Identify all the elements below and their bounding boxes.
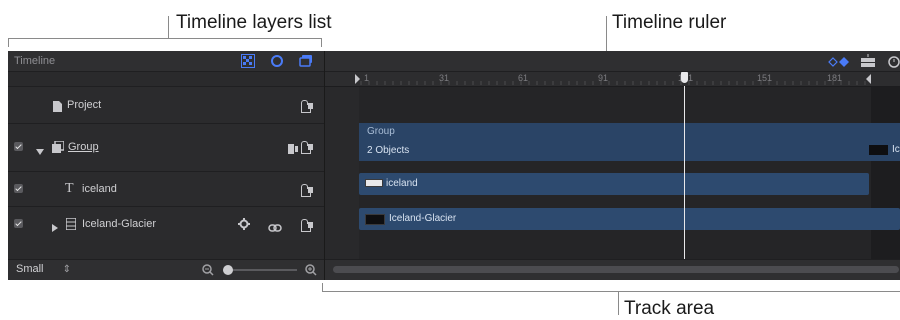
pre-range-shade: [325, 87, 359, 260]
track-header: [325, 51, 900, 72]
ruler-ticks: [360, 81, 866, 85]
zoom-slider-knob[interactable]: [223, 265, 233, 275]
disclosure-open-icon[interactable]: [36, 143, 44, 161]
out-of-range-shade: [871, 87, 900, 260]
layer-row-project[interactable]: Project: [8, 86, 324, 123]
panel-title: Timeline: [14, 55, 56, 67]
layer-name: iceland: [82, 183, 117, 195]
callout-layers-list: Timeline layers list: [176, 12, 332, 33]
play-range-in-marker[interactable]: [355, 74, 360, 84]
snap-icon[interactable]: [860, 54, 876, 73]
ruler-label-61: 61: [518, 73, 529, 83]
playhead-handle[interactable]: [681, 72, 688, 83]
timeline-ruler[interactable]: 1 31 61 91 121 151 181: [325, 72, 900, 87]
track-group-sublabel: 2 Objects: [367, 145, 410, 156]
layers-header: Timeline: [8, 51, 324, 72]
track-bar-iceland[interactable]: iceland: [359, 173, 869, 195]
edge-clip-label: Ic: [892, 144, 900, 155]
play-range-out-marker[interactable]: [866, 74, 871, 84]
lock-icon[interactable]: [301, 184, 313, 197]
zoom-in-icon[interactable]: [305, 263, 317, 280]
track-group-label: Group: [367, 126, 395, 137]
size-popup[interactable]: Small ⇕: [16, 263, 71, 275]
zoom-out-icon[interactable]: [202, 263, 214, 280]
ruler-label-151: 151: [757, 73, 773, 83]
group-stack-icon: [52, 140, 65, 158]
layers-list-bracket: [8, 38, 322, 47]
circle-icon[interactable]: [270, 54, 284, 68]
track-area-bracket: [322, 283, 900, 292]
text-type-icon: T: [65, 181, 74, 196]
ruler-label-1: 1: [364, 73, 370, 83]
layer-name: Project: [67, 99, 102, 111]
iceland-glacier-thumbnail: [365, 214, 385, 225]
size-label: Small: [16, 263, 44, 275]
lock-icon[interactable]: [301, 141, 313, 154]
layers-list: Timeline Project Group T iceland Iceland…: [8, 51, 325, 280]
track-iceland-glacier-label: Iceland-Glacier: [389, 213, 457, 224]
playhead[interactable]: [684, 86, 685, 260]
track-iceland-label: iceland: [386, 178, 418, 189]
iceland-thumbnail: [365, 179, 383, 187]
updown-chevron-icon: ⇕: [62, 264, 71, 275]
window-stack-icon[interactable]: [299, 54, 313, 68]
layers-ruler-spacer: [8, 72, 324, 86]
lock-icon[interactable]: [301, 100, 313, 113]
timeline-panel: Timeline Project Group T iceland Iceland…: [8, 51, 900, 280]
edge-clip-thumbnail: [869, 145, 888, 155]
gear-icon[interactable]: [238, 217, 250, 235]
ruler-label-181: 181: [827, 73, 843, 83]
layer-visibility-checkbox[interactable]: [14, 219, 23, 228]
layers-list-leader: [168, 16, 169, 38]
track-area[interactable]: 1 31 61 91 121 151 181 Group 2 Objects I…: [325, 51, 900, 280]
lock-icon[interactable]: [301, 219, 313, 232]
layer-visibility-checkbox[interactable]: [14, 142, 23, 151]
scrollbar-thumb[interactable]: [333, 266, 899, 273]
clock-icon[interactable]: [888, 55, 900, 73]
ruler-label-31: 31: [439, 73, 450, 83]
disclosure-closed-icon[interactable]: [52, 219, 58, 237]
film-icon: [65, 217, 77, 235]
track-scrollbar[interactable]: [325, 259, 900, 280]
project-document-icon: [53, 99, 62, 117]
layer-visibility-checkbox[interactable]: [14, 184, 23, 193]
track-area-leader: [618, 291, 619, 315]
layer-name: Iceland-Glacier: [82, 218, 156, 230]
checker-icon[interactable]: [241, 54, 255, 68]
track-bar-group[interactable]: Group 2 Objects Ic: [359, 123, 900, 161]
zoom-slider[interactable]: [223, 265, 297, 275]
layer-name: Group: [68, 141, 99, 153]
link-icon[interactable]: [268, 219, 282, 237]
layers-footer: Small ⇕: [8, 259, 324, 280]
layer-row-iceland[interactable]: T iceland: [8, 171, 324, 206]
ruler-label-91: 91: [598, 73, 609, 83]
keyframe-icon[interactable]: [828, 55, 850, 73]
callout-track-area: Track area: [624, 298, 715, 319]
track-bar-iceland-glacier[interactable]: Iceland-Glacier: [359, 208, 900, 230]
group-media-icon[interactable]: [288, 141, 298, 159]
layer-row-iceland-glacier[interactable]: Iceland-Glacier: [8, 206, 324, 240]
callout-ruler: Timeline ruler: [612, 12, 727, 33]
layer-row-group[interactable]: Group: [8, 123, 324, 171]
